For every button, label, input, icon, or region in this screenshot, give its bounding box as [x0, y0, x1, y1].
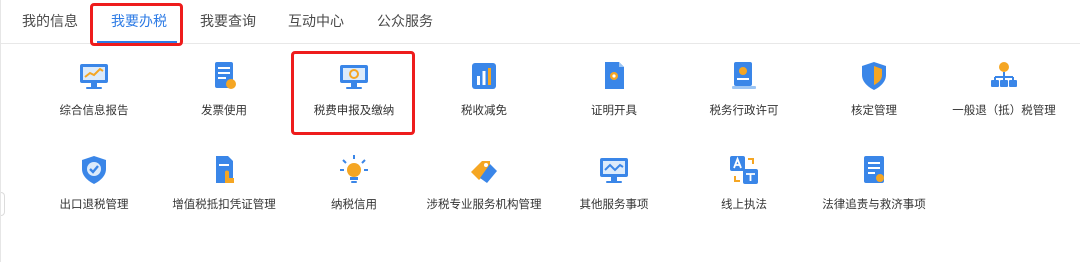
service-item-certificate[interactable]: 证明开具 — [549, 60, 679, 132]
certificate-doc-icon — [598, 60, 630, 92]
tax-service-panel: 我的信息 我要办税 我要查询 互动中心 公众服务 综合信息报告 发票使用 税费申… — [0, 0, 1080, 262]
translate-icon — [728, 154, 760, 186]
shield-check-icon — [78, 154, 110, 186]
service-item-other-services[interactable]: 其他服务事项 — [549, 154, 679, 226]
monitor-declare-icon — [338, 60, 370, 92]
service-item-legal-relief[interactable]: 法律追责与救济事项 — [809, 154, 939, 226]
service-item-vat-deduction[interactable]: 增值税抵扣凭证管理 — [159, 154, 289, 226]
active-tab-underline — [97, 41, 177, 43]
tab-public-service[interactable]: 公众服务 — [370, 0, 440, 44]
tab-query[interactable]: 我要查询 — [193, 0, 263, 44]
service-item-admin-license[interactable]: 税务行政许可 — [679, 60, 809, 132]
service-item-refund[interactable]: 一般退（抵）税管理 — [939, 60, 1069, 132]
side-collapse-handle[interactable] — [1, 192, 5, 216]
tab-tax-handling[interactable]: 我要办税 — [101, 0, 177, 44]
service-item-online-enforcement[interactable]: 线上执法 — [679, 154, 809, 226]
org-tree-icon — [988, 60, 1020, 92]
lightbulb-icon — [338, 154, 370, 186]
shield-icon — [858, 60, 890, 92]
legal-doc-icon — [858, 154, 890, 186]
service-item-info-report[interactable]: 综合信息报告 — [29, 60, 159, 132]
doc-hand-icon — [208, 154, 240, 186]
license-badge-icon — [728, 60, 760, 92]
service-item-export-refund[interactable]: 出口退税管理 — [29, 154, 159, 226]
tab-interaction-center[interactable]: 互动中心 — [281, 0, 351, 44]
service-item-tax-credit[interactable]: 纳税信用 — [289, 154, 419, 226]
bar-chart-icon — [468, 60, 500, 92]
monitor-wave-icon — [598, 154, 630, 186]
service-label: 一般退（抵）税管理 — [952, 103, 1056, 117]
service-item-assessment[interactable]: 核定管理 — [809, 60, 939, 132]
service-item-agency-management[interactable]: 涉税专业服务机构管理 — [419, 154, 549, 226]
tags-icon — [468, 154, 500, 186]
service-label: 法律追责与救济事项 — [822, 197, 926, 211]
monitor-chart-icon — [78, 60, 110, 92]
invoice-document-icon — [208, 60, 240, 92]
service-item-invoice[interactable]: 发票使用 — [159, 60, 289, 132]
tab-my-info[interactable]: 我的信息 — [15, 0, 85, 44]
tab-bar: 我的信息 我要办税 我要查询 互动中心 公众服务 — [1, 0, 1080, 44]
service-item-tax-relief[interactable]: 税收减免 — [419, 60, 549, 132]
service-item-declare-pay[interactable]: 税费申报及缴纳 — [289, 60, 419, 132]
